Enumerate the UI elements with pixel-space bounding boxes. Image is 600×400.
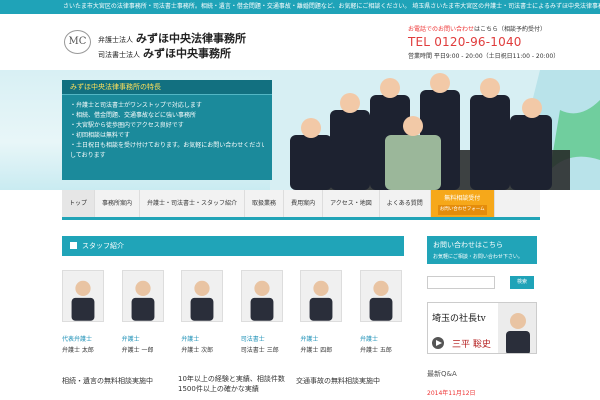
- firm-name-judicial: 司法書士法人 みずほ中央事務所: [98, 42, 231, 61]
- staff-card[interactable]: 弁護士 弁護士 次郎: [181, 270, 225, 354]
- contact-banner-sub: お気軽にご相談・お問い合わせ下さい。: [433, 254, 523, 260]
- staff-role-link[interactable]: 代表弁護士: [62, 334, 106, 343]
- staff-name: 弁護士 一郎: [121, 347, 154, 354]
- staff-role-link[interactable]: 弁護士: [360, 334, 404, 343]
- staff-role-link[interactable]: 弁護士: [122, 334, 166, 343]
- contact-label-highlight: お電話でのお問い合わせ: [408, 26, 475, 33]
- staff-name: 弁護士 四郎: [300, 347, 333, 354]
- staff-card[interactable]: 弁護士 弁護士 一郎: [121, 270, 166, 354]
- hero-line: ・初回相談は無料です: [70, 132, 131, 139]
- logo[interactable]: MC: [64, 30, 91, 54]
- column-title[interactable]: 相続・遺言の無料相談実施中: [62, 376, 167, 386]
- hero-line: ・相続、借金問題、交通事故などに強い事務所: [70, 112, 197, 119]
- staff-photo: [300, 270, 343, 322]
- contact-banner[interactable]: お問い合わせはこちら お気軽にご相談・お問い合わせ下さい。: [427, 236, 537, 264]
- tv-banner-name: 三平 聡史: [452, 338, 491, 350]
- search-input[interactable]: [427, 276, 495, 289]
- firm-name: みずほ中央事務所: [143, 47, 231, 60]
- phone-number[interactable]: TEL 0120-96-1040: [408, 35, 538, 49]
- nav-item-services[interactable]: 取扱業務: [245, 190, 285, 217]
- contact-label: お電話でのお問い合わせはこちら（相談予約受付）: [408, 24, 546, 33]
- search-button[interactable]: 検索: [510, 276, 534, 289]
- staff-photo: [62, 270, 104, 322]
- hero-panel-text: ・弁護士と司法書士がワンストップで対応します ・相続、借金問題、交通事故などに強…: [62, 95, 272, 167]
- site-header: MC 弁護士法人 みずほ中央法律事務所 司法書士法人 みずほ中央事務所 お電話でのお…: [0, 14, 600, 70]
- hero-feature-panel: みずほ中央法律事務所の特長 ・弁護士と司法書士がワンストップで対応します ・相続…: [62, 80, 272, 180]
- staff-photo: [121, 270, 164, 322]
- hero-line: ・大宮駅から徒歩圏内でアクセス良好です: [70, 122, 184, 129]
- tv-banner-title: 埼玉の社長tv: [432, 312, 487, 324]
- staff-card[interactable]: 司法書士 司法書士 三郎: [240, 270, 285, 354]
- staff-role-link[interactable]: 司法書士: [241, 334, 285, 343]
- qa-section-title: 最新Q&A: [427, 370, 457, 378]
- hero-line: ・弁護士と司法書士がワンストップで対応します: [70, 102, 202, 109]
- column-title[interactable]: 10年以上の経験と実績、相談件数1500件以上の確かな実績: [178, 374, 288, 394]
- contact-label-rest: はこちら（相談予約受付）: [474, 26, 547, 33]
- qa-date: 2014年11月12日: [427, 390, 476, 397]
- contact-banner-title: お問い合わせはこちら: [433, 241, 503, 249]
- staff-list: 代表弁護士 弁護士 太郎 弁護士 弁護士 一郎 弁護士 弁護士 次郎 司法書士 …: [62, 270, 404, 354]
- hero-line: ・土日祝日も相談を受け付けております。お気軽にお問い合わせください。ご来所をお待…: [70, 142, 264, 149]
- top-info-bar: さいたま市大宮区の法律事務所・司法書士事務所。相続・遺言・借金問題・交通事故・離…: [0, 0, 600, 14]
- nav-item-access[interactable]: アクセス・地図: [323, 190, 380, 217]
- staff-photo: [181, 270, 224, 322]
- nav-item-fees[interactable]: 費用案内: [284, 190, 324, 217]
- business-hours: 営業時間 平日9:00 - 20:00（土日祝日11:00 - 20:00）: [408, 53, 560, 60]
- hero-banner: みずほ中央法律事務所の特長 ・弁護士と司法書士がワンストップで対応します ・相続…: [0, 70, 600, 190]
- consultation-sub: お問い合わせフォーム: [437, 205, 487, 215]
- staff-name: 弁護士 太郎: [62, 347, 94, 354]
- nav-item-staff[interactable]: 弁護士・司法書士・スタッフ紹介: [140, 190, 246, 217]
- main-nav: トップ 事務所案内 弁護士・司法書士・スタッフ紹介 取扱業務 費用案内 アクセス…: [62, 190, 540, 220]
- staff-role-link[interactable]: 弁護士: [300, 334, 344, 343]
- staff-group-photo: [270, 70, 600, 190]
- nav-item-consultation[interactable]: 無料相談受付 お問い合わせフォーム: [430, 190, 495, 217]
- contact-block: お電話でのお問い合わせはこちら（相談予約受付） TEL 0120-96-1040…: [408, 24, 560, 60]
- staff-photo: [240, 270, 283, 322]
- staff-card[interactable]: 弁護士 弁護士 五郎: [359, 270, 404, 354]
- staff-name: 弁護士 五郎: [359, 347, 392, 354]
- section-header-staff: スタッフ紹介: [62, 236, 404, 256]
- staff-photo: [359, 270, 402, 322]
- hero-panel-title: みずほ中央法律事務所の特長: [62, 80, 272, 95]
- staff-card[interactable]: 代表弁護士 弁護士 太郎: [62, 270, 106, 354]
- staff-name: 司法書士 三郎: [240, 347, 279, 354]
- consultation-label: 無料相談受付: [444, 195, 481, 202]
- nav-item-about[interactable]: 事務所案内: [95, 190, 141, 217]
- hero-line: しております: [70, 152, 106, 159]
- tv-banner-graphic: 埼玉の社長tv 三平 聡史: [428, 303, 536, 353]
- staff-card[interactable]: 弁護士 弁護士 四郎: [300, 270, 344, 354]
- firm-prefix: 司法書士法人: [98, 51, 140, 59]
- staff-role-link[interactable]: 弁護士: [181, 334, 225, 343]
- tv-banner[interactable]: 埼玉の社長tv 三平 聡史: [427, 302, 537, 354]
- staff-name: 弁護士 次郎: [181, 347, 214, 354]
- nav-item-top[interactable]: トップ: [62, 190, 96, 217]
- column-title[interactable]: 交通事故の無料相談実施中: [296, 376, 404, 386]
- nav-item-faq[interactable]: よくある質問: [380, 190, 431, 217]
